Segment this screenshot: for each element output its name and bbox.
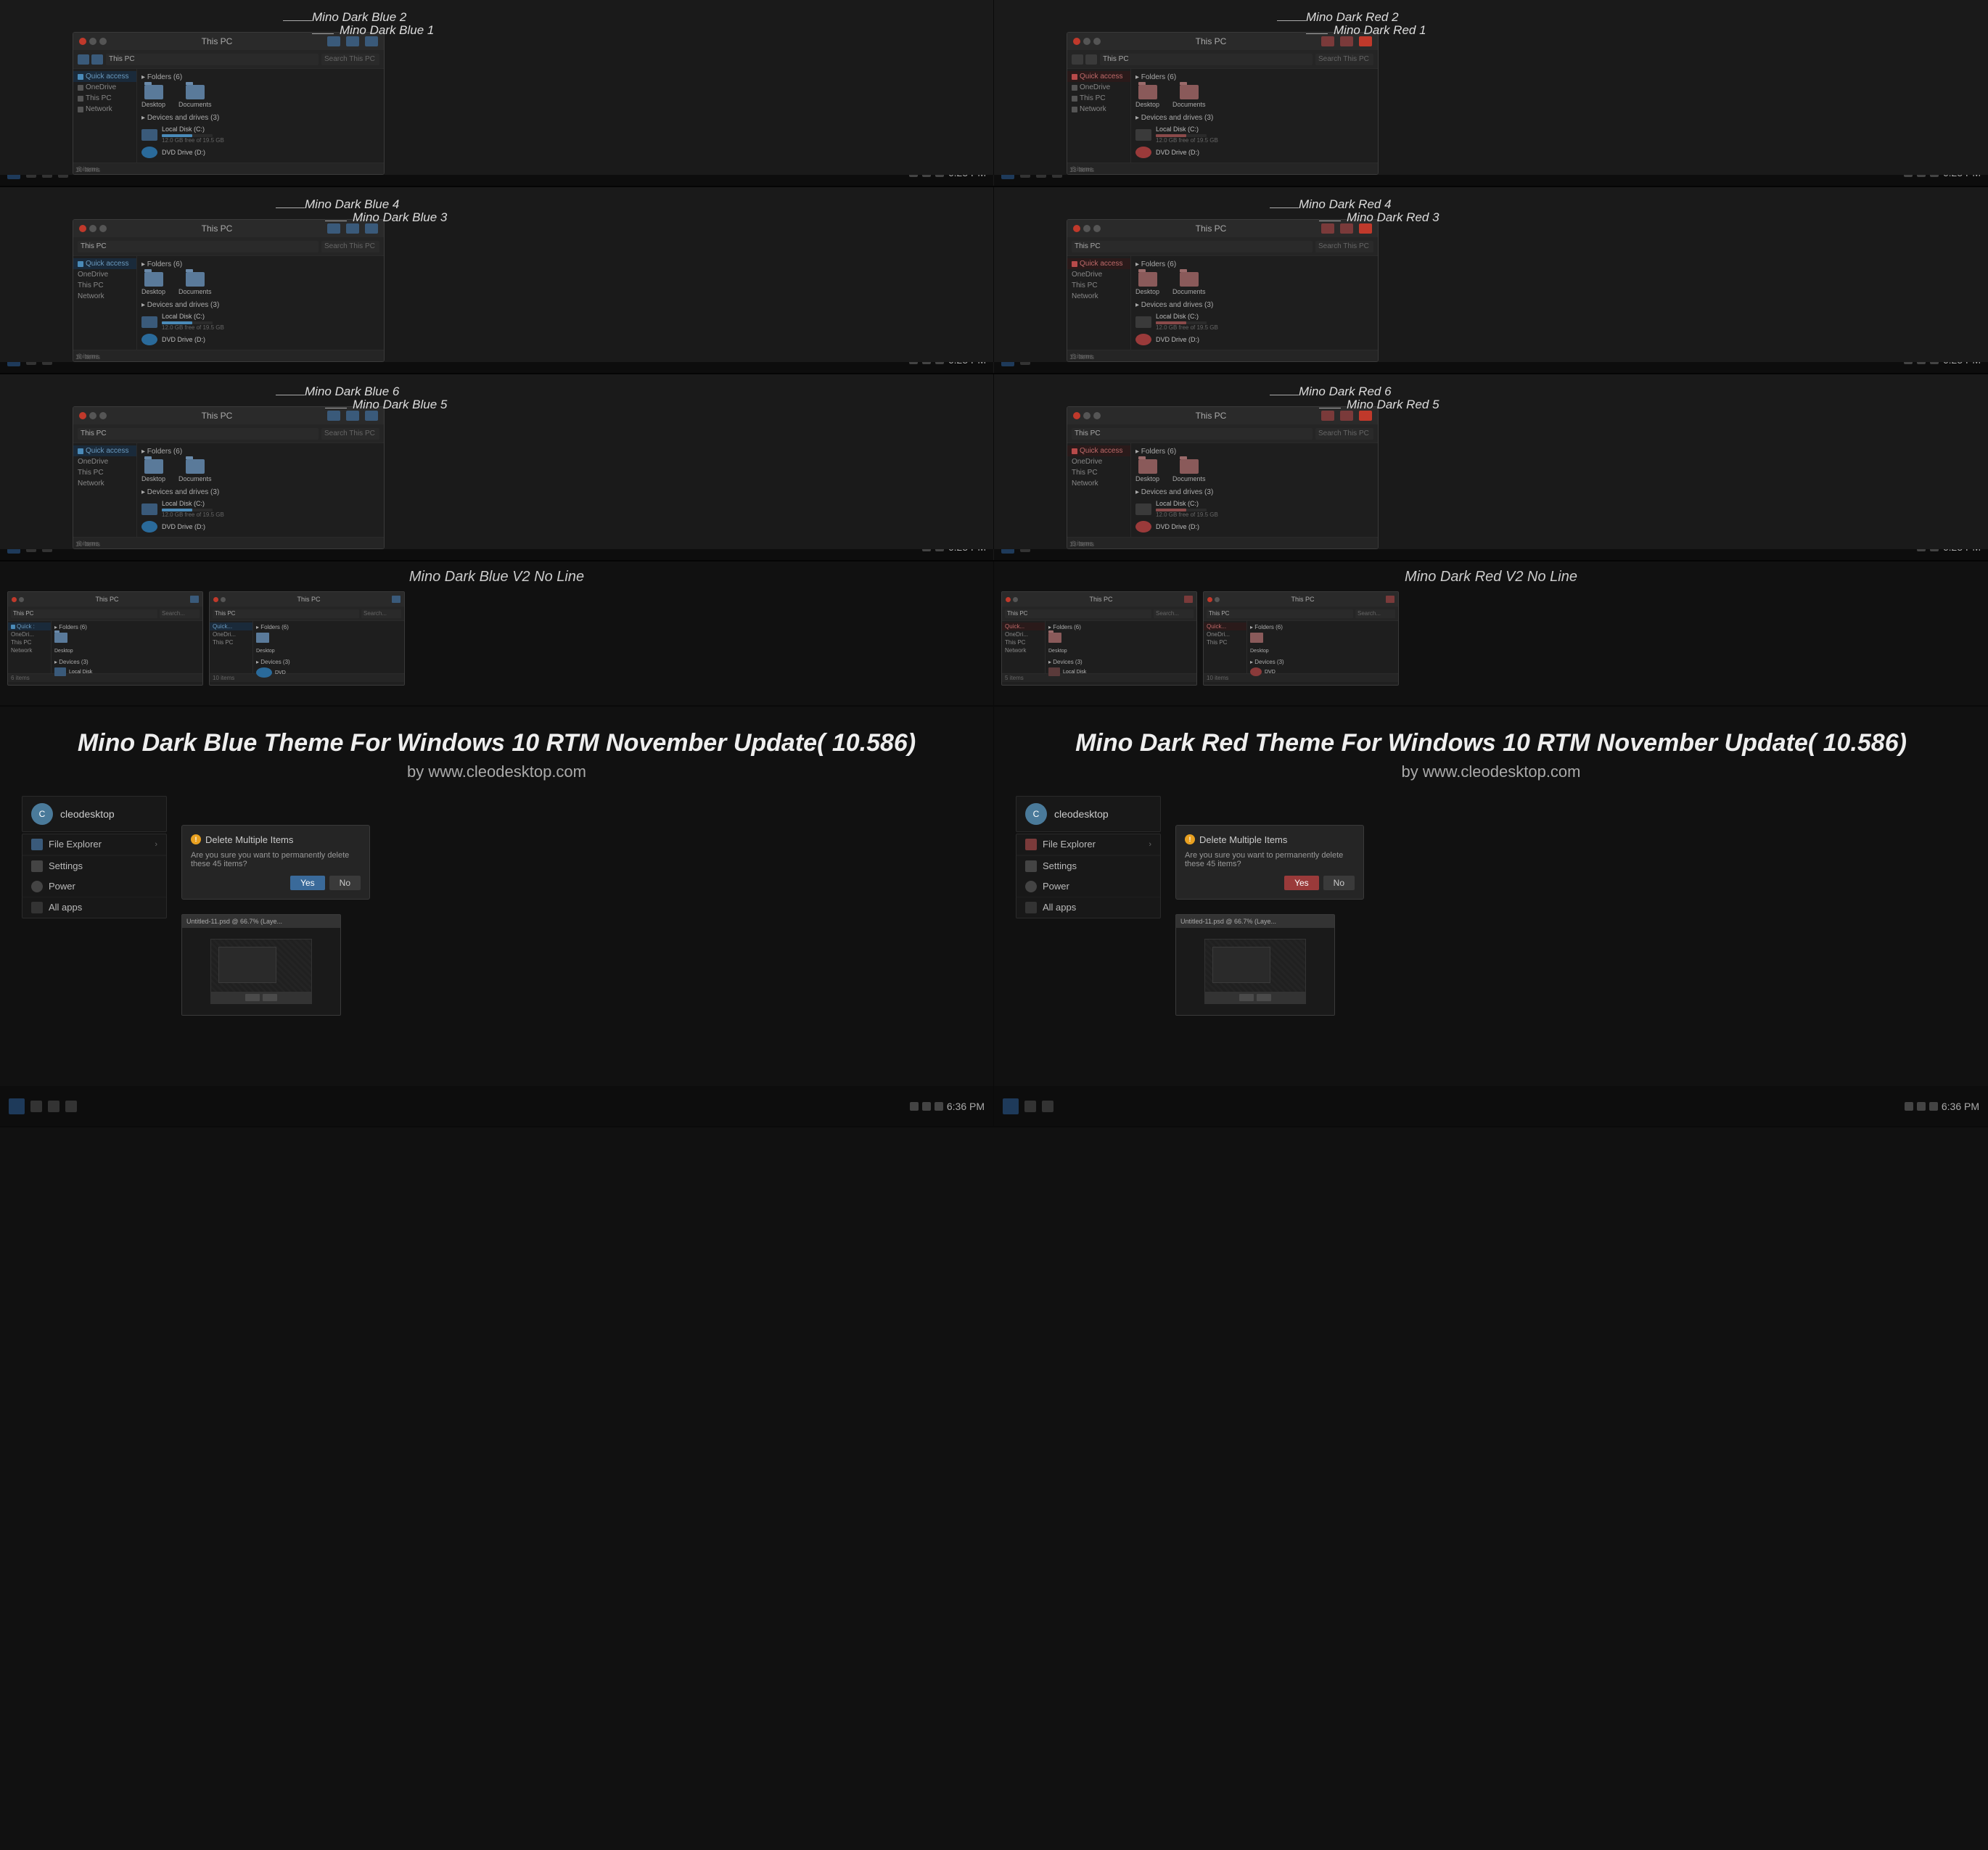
local-disk[interactable]: Local Disk (C:) 12.0 GB free of 19.5 GB [141,126,379,144]
dialog-text-red: Are you sure you want to permanently del… [1185,851,1355,868]
panel-row3-red: Mino Dark Red 6 Mino Dark Red 5 This PC … [994,374,1988,549]
panel-row1-red: Mino Dark Red 2 Mino Dark Red 1 This PC [994,0,1988,175]
panel-row1-blue: Mino Dark Blue 2 Mino Dark Blue 1 [0,0,994,175]
time-bottom-red: 6:36 PM [1942,1101,1979,1112]
app-item-allapps-red[interactable]: All apps [1016,897,1160,918]
sidebar-quick-access[interactable]: Quick access [73,71,136,82]
v2-red-section: Mino Dark Red V2 No Line This PC This PC… [994,562,1988,705]
start-btn-red[interactable] [1003,1098,1019,1114]
annotation-red5: Mino Dark Red 5 [1347,398,1439,412]
annotation-blue4: Mino Dark Blue 4 [305,197,399,212]
info-red-subtitle: by www.cleodesktop.com [1009,762,1973,781]
annotation-blue3: Mino Dark Blue 3 [353,210,447,225]
annotation-red4: Mino Dark Red 4 [1299,197,1392,212]
mini-explorer-blue-2: This PC This PC Search... Quick... OneDr… [209,591,405,686]
app-item-settings-red[interactable]: Settings [1016,856,1160,876]
mini-explorer-blue-1: This PC This PC Search... Quick : OneDri… [7,591,203,686]
app-list-blue: File Explorer › Settings Power [22,834,167,918]
status-items-1: 10 items [73,165,103,175]
delete-dialog-red: ! Delete Multiple Items Are you sure you… [1175,825,1364,900]
info-panel-blue: Mino Dark Blue Theme For Windows 10 RTM … [0,707,994,1126]
bottom-taskbar-red: 6:36 PM [994,1086,1988,1126]
info-blue-title: Mino Dark Blue Theme For Windows 10 RTM … [15,728,979,758]
explorer-window-2: This PC This PC Search This PC Quick acc… [73,219,385,362]
v2-red-title: Mino Dark Red V2 No Line [1001,569,1981,585]
sidebar-onedrive[interactable]: OneDrive [73,82,136,93]
explorer-window-3r: This PC This PC Search This PC Quick acc… [1067,406,1379,549]
explorer-window-1r: This PC This PC [1067,32,1379,175]
start-btn-blue[interactable] [9,1098,25,1114]
app-item-file-explorer-red[interactable]: File Explorer › [1016,834,1160,855]
delete-dialog-blue: ! Delete Multiple Items Are you sure you… [181,825,370,900]
time-bottom-blue: 6:36 PM [947,1101,985,1112]
avatar-blue: C [31,803,53,825]
ps-preview-blue: Untitled-11.psd @ 66.7% (Laye... [181,914,341,1016]
mini-explorer-red-1: This PC This PC Search... Quick... OneDr… [1001,591,1197,686]
app-item-allapps-blue[interactable]: All apps [22,897,166,918]
explorer-title-1: This PC [202,36,233,46]
annotation-red6: Mino Dark Red 6 [1299,385,1392,399]
dialog-yes-btn-red[interactable]: Yes [1284,876,1319,890]
panel-row3-blue: Mino Dark Blue 6 Mino Dark Blue 5 This P… [0,374,994,549]
app-item-settings-blue[interactable]: Settings [22,856,166,876]
dialog-yes-btn-blue[interactable]: Yes [290,876,325,890]
info-blue-subtitle: by www.cleodesktop.com [15,762,979,781]
annotation-red1: Mino Dark Red 1 [1334,23,1426,38]
info-red-title: Mino Dark Red Theme For Windows 10 RTM N… [1009,728,1973,758]
dialog-no-btn-blue[interactable]: No [329,876,361,890]
dialog-title-blue: Delete Multiple Items [205,834,293,845]
folder-desktop[interactable]: Desktop [141,85,165,108]
folders-section: ▸ Folders (6) [141,73,379,81]
explorer-window-1: This PC This PC [73,32,385,175]
username-red: cleodesktop [1054,808,1109,820]
annotation-blue6: Mino Dark Blue 6 [305,385,399,399]
info-blue-title-area: Mino Dark Blue Theme For Windows 10 RTM … [0,707,993,789]
app-item-power-red[interactable]: Power [1016,876,1160,897]
v2-blue-title: Mino Dark Blue V2 No Line [7,569,986,585]
ps-preview-red: Untitled-11.psd @ 66.7% (Laye... [1175,914,1335,1016]
username-blue: cleodesktop [60,808,115,820]
panel-row2-red: Mino Dark Red 4 Mino Dark Red 3 This PC … [994,187,1988,362]
sidebar-thispc[interactable]: This PC [73,93,136,104]
dialog-text-blue: Are you sure you want to permanently del… [191,851,361,868]
bottom-taskbar-blue: 6:36 PM [0,1086,993,1126]
devices-section: ▸ Devices and drives (3) [141,114,379,122]
app-item-file-explorer-blue[interactable]: File Explorer › [22,834,166,855]
app-list-red: File Explorer › Settings Power [1016,834,1161,918]
annotation-blue2: Mino Dark Blue 2 [312,10,406,25]
annotation-red3: Mino Dark Red 3 [1347,210,1439,225]
address-bar-1[interactable]: This PC [109,55,135,63]
panel-row2-blue: Mino Dark Blue 4 Mino Dark Blue 3 This P… [0,187,994,362]
dialog-title-red: Delete Multiple Items [1199,834,1287,845]
annotation-blue5: Mino Dark Blue 5 [353,398,447,412]
dialog-no-btn-red[interactable]: No [1323,876,1355,890]
sidebar-network[interactable]: Network [73,104,136,115]
v2-blue-section: Mino Dark Blue V2 No Line This PC This P… [0,562,994,705]
info-panel-red: Mino Dark Red Theme For Windows 10 RTM N… [994,707,1988,1126]
annotation-blue1: Mino Dark Blue 1 [340,23,434,38]
explorer-title-1r: This PC [1196,36,1227,46]
mini-explorer-red-2: This PC This PC Search... Quick... OneDr… [1203,591,1399,686]
search-bar-1[interactable]: Search This PC [324,55,375,63]
avatar-red: C [1025,803,1047,825]
explorer-window-3: This PC This PC Search This PC Quick acc… [73,406,385,549]
app-item-power-blue[interactable]: Power [22,876,166,897]
folder-documents[interactable]: Documents [178,85,212,108]
explorer-window-2r: This PC This PC Search This PC Quick acc… [1067,219,1379,362]
dvd-drive[interactable]: DVD Drive (D:) [141,147,379,158]
info-red-title-area: Mino Dark Red Theme For Windows 10 RTM N… [994,707,1988,789]
annotation-red2: Mino Dark Red 2 [1306,10,1399,25]
